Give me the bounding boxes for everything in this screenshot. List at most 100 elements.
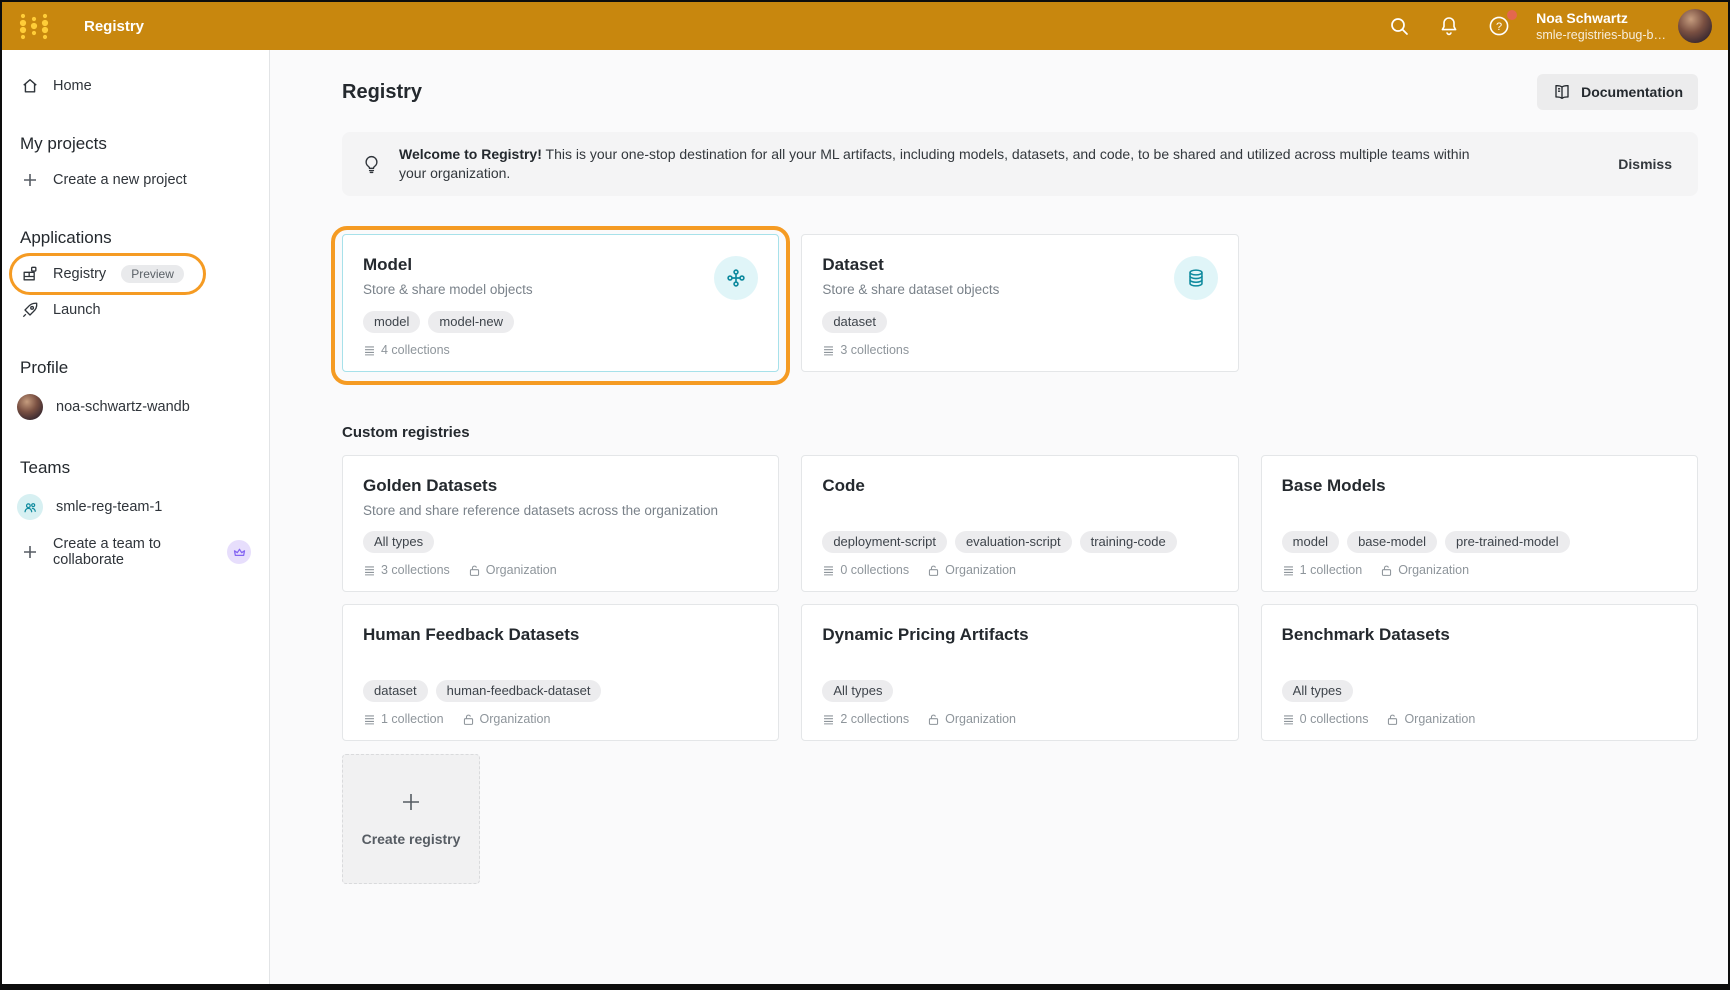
user-org: smle-registries-bug-b… <box>1536 27 1666 43</box>
card-cell-model: ModelStore & share model objectsmodelmod… <box>342 234 779 372</box>
registry-card-benchmark-datasets[interactable]: Benchmark DatasetsAll types0 collections… <box>1261 604 1698 741</box>
preview-badge: Preview <box>121 265 184 283</box>
tag-deployment-script: deployment-script <box>822 531 947 553</box>
user-menu[interactable]: Noa Schwartz smle-registries-bug-b… <box>1536 9 1712 43</box>
card-title: Model <box>363 254 533 276</box>
documentation-button[interactable]: Documentation <box>1537 74 1698 110</box>
custom-registries-heading: Custom registries <box>342 424 1698 441</box>
help-icon[interactable]: ? <box>1486 13 1512 39</box>
tag-training-code: training-code <box>1080 531 1177 553</box>
documentation-label: Documentation <box>1581 84 1683 100</box>
sidebar-item-label: Create a team to collaborate <box>53 536 208 568</box>
lock-open-icon <box>468 564 481 577</box>
welcome-banner: Welcome to Registry! This is your one-st… <box>342 132 1698 196</box>
card-subtitle <box>822 651 1028 669</box>
card-meta: 0 collections Organization <box>822 563 1217 577</box>
collections-count: 3 collections <box>822 343 909 357</box>
tag-all-types: All types <box>363 531 434 553</box>
card-cell-benchmark-datasets: Benchmark DatasetsAll types0 collections… <box>1261 604 1698 741</box>
list-icon <box>822 564 835 577</box>
home-icon <box>20 76 40 96</box>
bell-icon[interactable] <box>1436 13 1462 39</box>
card-meta: 0 collectionsOrganization <box>1282 712 1677 726</box>
tag-model: model <box>1282 531 1339 553</box>
card-meta: 1 collection Organization <box>363 712 758 726</box>
tag-row: modelbase-modelpre-trained-model <box>1282 531 1677 553</box>
registry-card-model[interactable]: ModelStore & share model objectsmodelmod… <box>342 234 779 372</box>
sidebar-item-label: Launch <box>53 302 101 318</box>
create-registry-tile[interactable]: Create registry <box>342 754 480 884</box>
model-nodes-icon <box>714 256 758 300</box>
user-name: Noa Schwartz <box>1536 10 1666 27</box>
rocket-icon <box>20 300 40 320</box>
dismiss-button[interactable]: Dismiss <box>1616 150 1674 178</box>
lock-open-icon <box>1386 713 1399 726</box>
sidebar-item-home[interactable]: Home <box>2 68 269 104</box>
registry-card-human-feedback-datasets[interactable]: Human Feedback Datasets datasethuman-feed… <box>342 604 779 741</box>
tag-row: All types <box>1282 680 1677 702</box>
search-icon[interactable] <box>1386 13 1412 39</box>
notification-dot <box>1507 10 1517 20</box>
registry-card-dynamic-pricing-artifacts[interactable]: Dynamic Pricing ArtifactsAll types2 coll… <box>801 604 1238 741</box>
collections-count: 0 collections <box>1282 712 1369 726</box>
list-icon <box>822 344 835 357</box>
main-content: Registry Documentation Welcome to Regist… <box>270 50 1728 984</box>
lock-open-icon <box>927 564 940 577</box>
card-cell-human-feedback-datasets: Human Feedback Datasets datasethuman-feed… <box>342 604 779 741</box>
sidebar-heading-my-projects: My projects <box>20 134 251 154</box>
plus-icon <box>400 791 422 813</box>
card-title: Human Feedback Datasets <box>363 624 579 646</box>
registry-card-dataset[interactable]: DatasetStore & share dataset objectsdata… <box>801 234 1238 372</box>
sidebar-item-team[interactable]: smle-reg-team-1 <box>2 486 269 528</box>
sidebar-item-label: noa-schwartz-wandb <box>56 399 190 415</box>
card-cell-golden-datasets: Golden DatasetsStore and share reference… <box>342 455 779 592</box>
card-subtitle: Store & share model objects <box>363 281 533 299</box>
create-registry-label: Create registry <box>362 831 461 847</box>
visibility-label: Organization <box>927 712 1016 726</box>
list-icon <box>822 713 835 726</box>
registry-card-base-models[interactable]: Base Modelsmodelbase-modelpre-trained-mo… <box>1261 455 1698 592</box>
tag-row: deployment-script evaluation-script traini… <box>822 531 1217 553</box>
sidebar-item-profile[interactable]: noa-schwartz-wandb <box>2 386 269 428</box>
team-icon <box>17 494 43 520</box>
tag-row: datasethuman-feedback-dataset <box>363 680 758 702</box>
list-icon <box>1282 713 1295 726</box>
tag-row: All types <box>822 680 1217 702</box>
sidebar-item-launch[interactable]: Launch <box>2 292 269 328</box>
book-icon <box>1552 82 1572 102</box>
topbar: Registry ? Noa Schwartz smle-registries-… <box>2 2 1728 50</box>
sidebar-item-label: smle-reg-team-1 <box>56 499 162 515</box>
sidebar-item-registry[interactable]: Registry Preview <box>2 256 202 292</box>
card-meta: 2 collections Organization <box>822 712 1217 726</box>
collections-count: 0 collections <box>822 563 909 577</box>
card-cell-code: Codedeployment-scriptevaluation-scripttr… <box>801 455 1238 592</box>
lightbulb-icon <box>360 153 383 176</box>
tag-all-types: All types <box>822 680 893 702</box>
crown-icon <box>227 540 251 564</box>
registry-card-code[interactable]: Codedeployment-scriptevaluation-scripttr… <box>801 455 1238 592</box>
visibility-label: Organization <box>927 563 1016 577</box>
sidebar-item-create-team[interactable]: Create a team to collaborate <box>2 528 269 576</box>
sidebar-heading-teams: Teams <box>20 458 251 478</box>
visibility-label: Organization <box>462 712 551 726</box>
collections-count: 4 collections <box>363 343 450 357</box>
registry-card-golden-datasets[interactable]: Golden DatasetsStore and share reference… <box>342 455 779 592</box>
collections-count: 2 collections <box>822 712 909 726</box>
tag-dataset: dataset <box>822 311 887 333</box>
wandb-logo-icon[interactable] <box>14 8 54 44</box>
card-subtitle: Store and share reference datasets acros… <box>363 502 718 520</box>
card-subtitle <box>363 651 579 669</box>
collections-count: 1 collection <box>1282 563 1363 577</box>
collections-count: 3 collections <box>363 563 450 577</box>
card-meta: 3 collectionsOrganization <box>363 563 758 577</box>
tag-base-model: base-model <box>1347 531 1437 553</box>
list-icon <box>363 344 376 357</box>
user-avatar[interactable] <box>1678 9 1712 43</box>
collections-count: 1 collection <box>363 712 444 726</box>
card-cell-base-models: Base Modelsmodelbase-modelpre-trained-mo… <box>1261 455 1698 592</box>
sidebar-heading-applications: Applications <box>20 228 251 248</box>
tag-all-types: All types <box>1282 680 1353 702</box>
tag-evaluation-script: evaluation-script <box>955 531 1072 553</box>
list-icon <box>1282 564 1295 577</box>
sidebar-item-create-project[interactable]: Create a new project <box>2 162 269 198</box>
